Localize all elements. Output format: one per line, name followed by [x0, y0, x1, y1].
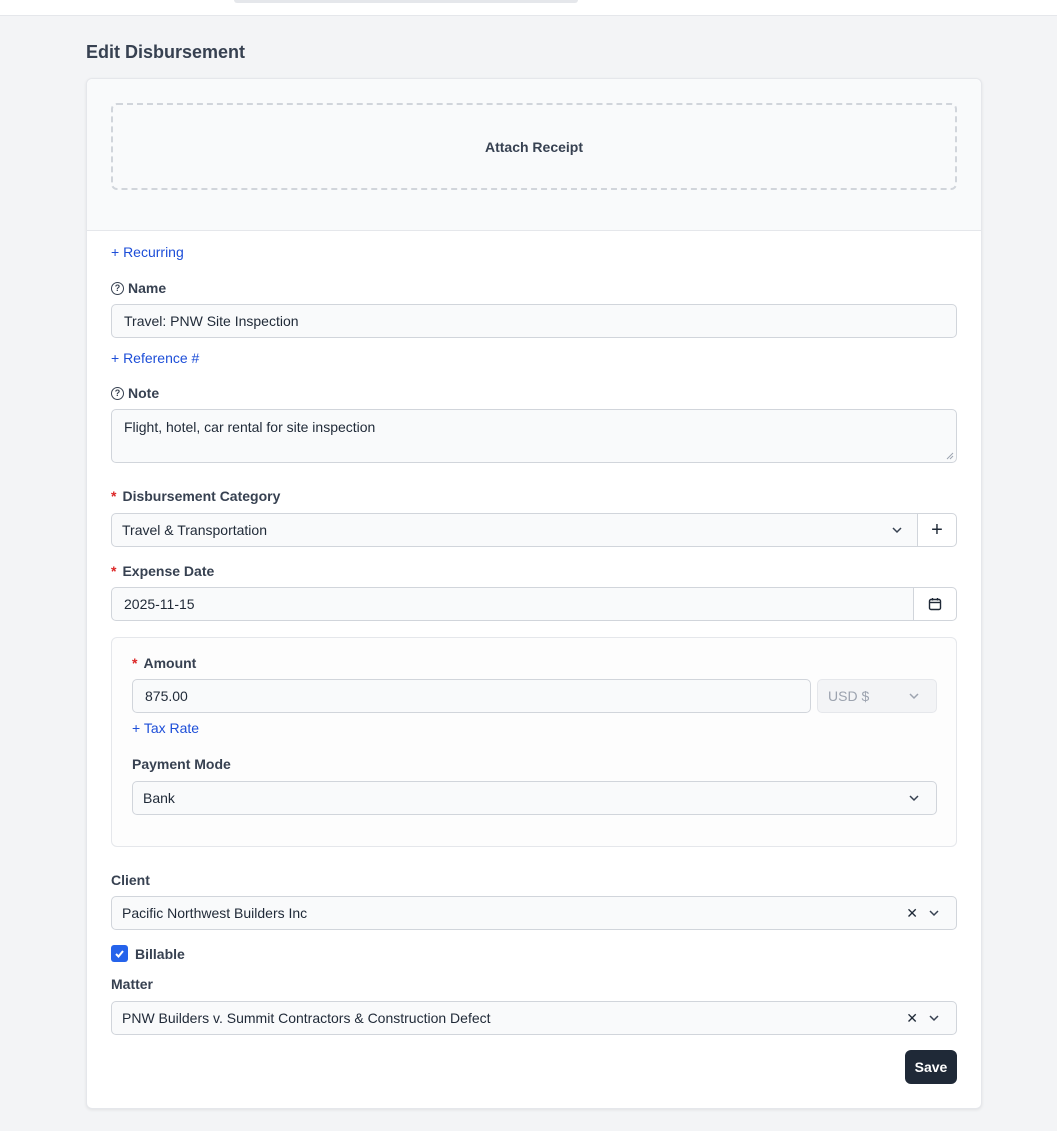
add-recurring-link[interactable]: + Recurring — [111, 244, 184, 260]
chevron-down-icon — [909, 693, 919, 700]
expense-date-label: * Expense Date — [111, 563, 214, 579]
matter-select[interactable]: PNW Builders v. Summit Contractors & Con… — [111, 1001, 957, 1035]
matter-label-text: Matter — [111, 976, 154, 992]
expense-date-input[interactable]: 2025-11-15 — [111, 587, 914, 621]
category-select[interactable]: Travel & Transportation — [111, 513, 918, 547]
matter-label: Matter — [111, 976, 153, 992]
client-label: Client — [111, 872, 150, 888]
name-label-text: Name — [128, 280, 167, 296]
attach-receipt-label: Attach Receipt — [484, 138, 584, 155]
client-select[interactable]: Pacific Northwest Builders Inc ✕ — [111, 896, 957, 930]
category-label: * Disbursement Category — [111, 488, 280, 504]
payment-mode-label-text: Payment Mode — [132, 756, 231, 772]
resize-grip-icon[interactable] — [946, 452, 954, 460]
currency-value: USD $ — [828, 688, 870, 704]
expense-date-value: 2025-11-15 — [124, 596, 195, 612]
save-button[interactable]: Save — [905, 1050, 957, 1084]
chevron-down-icon — [909, 795, 919, 802]
name-label: ? Name — [111, 280, 166, 296]
add-tax-rate-link[interactable]: + Tax Rate — [132, 720, 199, 736]
note-textarea[interactable]: Flight, hotel, car rental for site inspe… — [111, 409, 957, 463]
plus-icon: + — [931, 519, 943, 541]
client-label-text: Client — [111, 872, 150, 888]
note-label: ? Note — [111, 385, 159, 401]
matter-value: PNW Builders v. Summit Contractors & Con… — [122, 1010, 491, 1026]
category-select-value: Travel & Transportation — [122, 522, 267, 538]
add-reference-link[interactable]: + Reference # — [111, 350, 199, 366]
amount-input[interactable]: 875.00 — [132, 679, 811, 713]
chevron-down-icon — [892, 527, 902, 534]
amount-label-text: Amount — [143, 655, 197, 671]
attach-area: Attach Receipt — [87, 79, 981, 231]
amount-value: 875.00 — [145, 688, 188, 704]
attach-receipt-dropzone[interactable]: Attach Receipt — [111, 103, 957, 190]
billable-label[interactable]: Billable — [135, 946, 185, 962]
billable-label-text: Billable — [135, 946, 185, 962]
top-search-bar[interactable] — [234, 0, 578, 3]
note-textarea-value: Flight, hotel, car rental for site inspe… — [124, 419, 376, 435]
currency-select[interactable]: USD $ — [817, 679, 937, 713]
name-input[interactable]: Travel: PNW Site Inspection — [111, 304, 957, 338]
category-label-text: Disbursement Category — [122, 488, 281, 504]
top-bar — [0, 0, 1057, 16]
check-icon — [115, 950, 124, 958]
chevron-down-icon[interactable] — [928, 1012, 940, 1024]
payment-mode-label: Payment Mode — [132, 756, 231, 772]
required-mark: * — [111, 488, 117, 504]
chevron-down-icon[interactable] — [928, 907, 940, 919]
amount-panel: * Amount 875.00 USD $ + Tax Rate Payment… — [111, 637, 957, 847]
note-label-text: Note — [128, 385, 160, 401]
clear-icon[interactable]: ✕ — [906, 905, 918, 922]
calendar-icon — [928, 598, 942, 611]
disbursement-form-card: Attach Receipt + Recurring ? Name Travel… — [86, 78, 982, 1109]
payment-mode-value: Bank — [143, 790, 175, 806]
add-category-button[interactable]: + — [917, 513, 957, 547]
calendar-button[interactable] — [913, 587, 957, 621]
clear-icon[interactable]: ✕ — [906, 1010, 918, 1027]
help-icon[interactable]: ? — [111, 386, 124, 400]
required-mark: * — [132, 655, 138, 671]
required-mark: * — [111, 563, 117, 579]
payment-mode-select[interactable]: Bank — [132, 781, 937, 815]
expense-date-label-text: Expense Date — [122, 563, 215, 579]
help-icon[interactable]: ? — [111, 281, 124, 295]
name-input-value: Travel: PNW Site Inspection — [124, 313, 299, 329]
client-value: Pacific Northwest Builders Inc — [122, 905, 308, 921]
amount-label: * Amount — [132, 655, 196, 671]
billable-checkbox[interactable] — [111, 945, 128, 962]
page-title: Edit Disbursement — [86, 42, 246, 62]
